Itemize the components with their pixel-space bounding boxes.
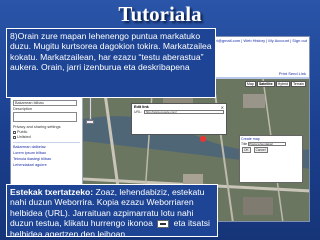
- map-description-input[interactable]: [13, 112, 77, 122]
- link-icon: [157, 219, 170, 228]
- map-type-buttons: Map Satellite Hybrid Terrain: [244, 81, 306, 87]
- instruction-callout-top: 8)Orain zure mapan lehenengo puntua mark…: [6, 28, 216, 98]
- map-type-terrain[interactable]: Terrain: [291, 81, 306, 87]
- info-window-buttons: OK Cancel: [240, 146, 302, 154]
- sidebar-item[interactable]: Lehendakari aguirre: [13, 163, 47, 167]
- marker-title-input[interactable]: Plaza lehendakari: [248, 142, 287, 146]
- close-icon[interactable]: ✕: [221, 105, 224, 110]
- sidebar-item[interactable]: Bakarrean dalbelaz: [13, 145, 46, 149]
- radio-icon: [13, 135, 16, 139]
- slide-title: Tutoriala: [118, 2, 202, 26]
- print-send-link[interactable]: Print Send Link: [279, 71, 306, 76]
- cancel-button[interactable]: Cancel: [253, 147, 268, 153]
- privacy-label: Privacy and sharing settings: [13, 125, 61, 129]
- dialog-title: Edit link: [134, 105, 149, 109]
- option-label: Unlisted: [17, 135, 31, 139]
- sidebar-description-label: Description: [13, 107, 32, 111]
- sidebar-item[interactable]: Teknoia ikastegi bilbao: [13, 157, 51, 161]
- instruction-callout-bottom: Estekak txertatzeko: Zoaz, lehendabiziz,…: [6, 184, 218, 237]
- map-type-map[interactable]: Map: [244, 81, 256, 87]
- url-label: URL:: [134, 110, 142, 114]
- map-title-input[interactable]: Bakarrean bilbao: [13, 100, 77, 106]
- zoom-out-icon[interactable]: [86, 120, 94, 124]
- info-window-label: Title: [241, 142, 248, 146]
- account-links[interactable]: pel@gmail.com | Web History | My Account…: [213, 38, 307, 43]
- map-type-hybrid[interactable]: Hybrid: [275, 81, 291, 87]
- option-label: Public: [17, 130, 28, 134]
- dialog-url-row: URL: http://www.google.com/: [134, 110, 224, 114]
- sidebar-item[interactable]: Lorem ipsum bilbao: [13, 151, 46, 155]
- ok-button[interactable]: OK: [242, 147, 251, 153]
- radio-icon: [13, 130, 16, 134]
- marker-info-window: Create map Title Plaza lehendakari OK Ca…: [239, 135, 303, 183]
- instruction-text: 8)Orain zure mapan lehenengo puntua mark…: [10, 31, 212, 73]
- privacy-public-option[interactable]: Public: [13, 130, 27, 134]
- url-input[interactable]: http://www.google.com/: [143, 110, 224, 114]
- edit-link-dialog: Edit link ✕ URL: http://www.google.com/: [131, 103, 227, 135]
- instruction-heading: Estekak txertatzeko:: [10, 187, 94, 197]
- privacy-unlisted-option[interactable]: Unlisted: [13, 135, 31, 139]
- sidebar-divider: [13, 142, 80, 143]
- map-type-satellite[interactable]: Satellite: [256, 81, 275, 87]
